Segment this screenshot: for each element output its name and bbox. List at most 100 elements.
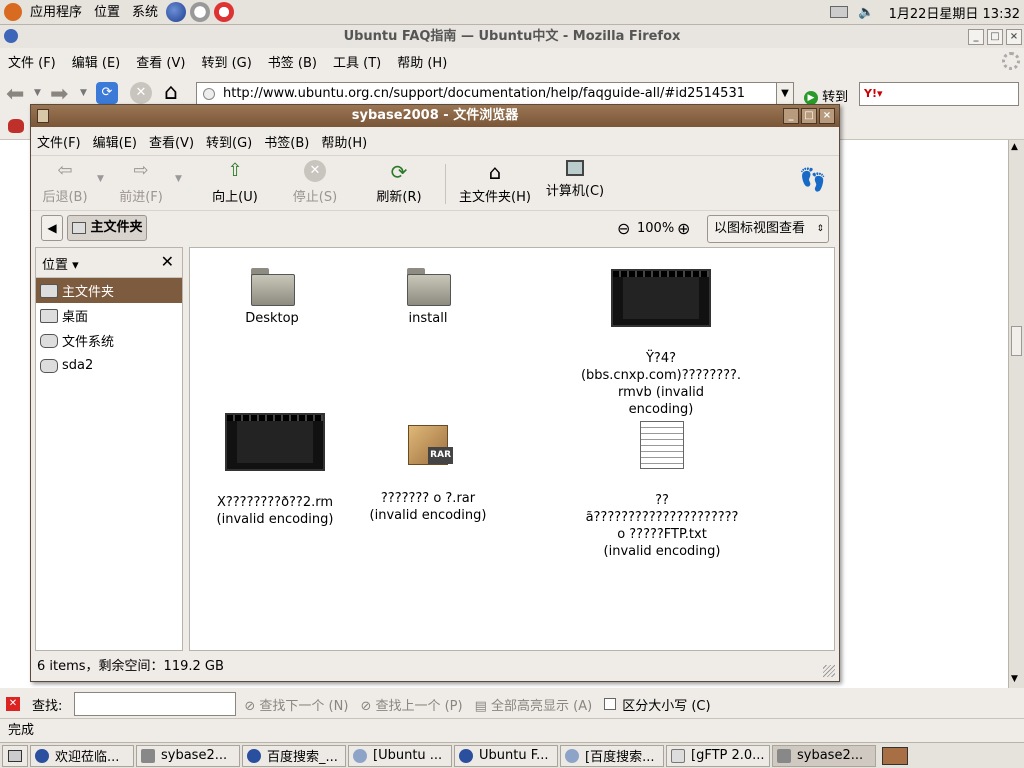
url-dropdown-icon[interactable]: ▼ xyxy=(776,82,794,106)
sidebar-item-sda2[interactable]: sda2 xyxy=(36,353,182,378)
path-left-button[interactable]: ◀ xyxy=(41,215,63,241)
task-item-7[interactable]: [gFTP 2.0... xyxy=(666,744,770,767)
reload-button[interactable]: ⟳ 刷新(R) xyxy=(371,160,427,205)
resize-grip-icon[interactable] xyxy=(823,665,835,677)
scroll-up-icon[interactable]: ▲ xyxy=(1011,142,1018,152)
path-home-button[interactable]: 主文件夹 xyxy=(67,215,147,241)
menu-places[interactable]: 位置 xyxy=(88,0,126,25)
zoom-in-icon[interactable]: ⊕ xyxy=(677,219,690,238)
ff-menu-help[interactable]: 帮助 (H) xyxy=(389,52,455,71)
ff-menu-file[interactable]: 文件 (F) xyxy=(0,52,64,71)
task-item-6[interactable]: [百度搜索... xyxy=(560,744,664,767)
file-browser-toolbar: ⇦ 后退(B) ▼ ⇨ 前进(F) ▼ ⇧ 向上(U) ✕ 停止(S) ⟳ 刷新… xyxy=(31,155,839,211)
menu-view[interactable]: 查看(V) xyxy=(143,132,200,151)
find-next-button[interactable]: ⊘ 查找下一个 (N) xyxy=(244,695,348,714)
ff-stop-icon[interactable]: ✕ xyxy=(130,82,152,104)
file-item-desktop[interactable]: Desktop xyxy=(220,268,324,327)
ff-menu-go[interactable]: 转到 (G) xyxy=(193,52,259,71)
task-item-2[interactable]: sybase2... xyxy=(136,744,240,767)
network-icon[interactable] xyxy=(830,6,849,18)
firefox-close-button[interactable]: × xyxy=(1006,29,1022,45)
home-button[interactable]: ⌂ 主文件夹(H) xyxy=(453,160,537,205)
menu-edit[interactable]: 编辑(E) xyxy=(87,132,143,151)
highlight-all-button[interactable]: ▤ 全部高亮显示 (A) xyxy=(475,695,593,714)
match-case-checkbox[interactable]: 区分大小写 (C) xyxy=(604,695,711,714)
file-item-rar[interactable]: RAR ??????? o ?.rar (invalid encoding) xyxy=(360,408,496,541)
volume-icon[interactable]: 🔈 xyxy=(858,5,874,20)
back-button[interactable]: ⇦ 后退(B) xyxy=(39,160,91,205)
clock[interactable]: 1月22日星期日 13:32 xyxy=(889,3,1020,22)
ff-back-dropdown-icon[interactable]: ▼ xyxy=(34,88,41,98)
menu-bookmarks[interactable]: 书签(B) xyxy=(258,132,315,151)
zoom-level[interactable]: 100% xyxy=(637,221,674,236)
firefox-app-icon xyxy=(4,29,18,43)
menu-go[interactable]: 转到(G) xyxy=(200,132,258,151)
forward-dropdown-icon[interactable]: ▼ xyxy=(175,174,182,184)
firefox-menubar: 文件 (F) 编辑 (E) 查看 (V) 转到 (G) 书签 (B) 工具 (T… xyxy=(0,48,1024,74)
home-label: 主文件夹(H) xyxy=(459,190,531,205)
close-button[interactable]: × xyxy=(819,108,835,124)
file-item-install[interactable]: install xyxy=(376,268,480,327)
workspace-switcher[interactable] xyxy=(882,746,908,765)
view-mode-select[interactable]: 以图标视图查看 ⇕ xyxy=(707,215,829,243)
ubuntu-logo-icon[interactable] xyxy=(4,3,22,21)
file-name: ??????? o ?.rar (invalid encoding) xyxy=(369,491,487,523)
find-prev-button[interactable]: ⊘ 查找上一个 (P) xyxy=(360,695,462,714)
find-input[interactable] xyxy=(74,692,237,716)
firefox-vertical-scrollbar[interactable]: ▲ ▼ xyxy=(1008,140,1024,688)
menu-applications[interactable]: 应用程序 xyxy=(24,0,88,25)
task-item-5[interactable]: Ubuntu F... xyxy=(454,744,558,767)
ff-back-arrow-icon[interactable]: ⬅ xyxy=(6,82,24,107)
sidebar-item-filesystem[interactable]: 文件系统 xyxy=(36,328,182,353)
ff-menu-edit[interactable]: 编辑 (E) xyxy=(64,52,129,71)
up-button[interactable]: ⇧ 向上(U) xyxy=(207,160,263,205)
scroll-down-icon[interactable]: ▼ xyxy=(1011,674,1018,684)
yahoo-search-icon[interactable]: Y!▾ xyxy=(864,87,883,100)
places-sidebar: 位置 ▾ ✕ 主文件夹 桌面 文件系统 sda2 xyxy=(35,247,183,651)
firefox-launcher-icon[interactable] xyxy=(166,2,187,22)
sidebar-item-home[interactable]: 主文件夹 xyxy=(36,278,182,303)
ff-home-icon[interactable]: ⌂ xyxy=(164,80,178,105)
ff-menu-bookmarks[interactable]: 书签 (B) xyxy=(260,52,325,71)
ff-menu-view[interactable]: 查看 (V) xyxy=(128,52,193,71)
ff-go-button[interactable]: ▶ 转到 xyxy=(804,86,848,105)
task-item-3[interactable]: 百度搜索_... xyxy=(242,744,346,767)
menu-file[interactable]: 文件(F) xyxy=(31,132,87,151)
ff-menu-tools[interactable]: 工具 (T) xyxy=(325,52,389,71)
sidebar-item-desktop[interactable]: 桌面 xyxy=(36,303,182,328)
file-item-txt[interactable]: ?? ã????????????????????? o ?????FTP.txt… xyxy=(562,404,762,577)
reload-icon: ⟳ xyxy=(390,160,408,184)
computer-button[interactable]: 计算机(C) xyxy=(543,160,607,199)
file-item-rm[interactable]: X????????ð??2.rm (invalid encoding) xyxy=(200,396,350,545)
firefox-search-box[interactable]: Y!▾ xyxy=(859,82,1019,106)
maximize-button[interactable]: □ xyxy=(801,108,817,124)
sidebar-title-select[interactable]: 位置 ▾ xyxy=(42,254,79,273)
help-launcher-icon[interactable] xyxy=(214,2,235,22)
menu-system[interactable]: 系统 xyxy=(126,0,164,25)
ff-forward-dropdown-icon[interactable]: ▼ xyxy=(80,88,87,98)
forward-button[interactable]: ⇨ 前进(F) xyxy=(115,160,167,205)
stop-button[interactable]: ✕ 停止(S) xyxy=(287,160,343,205)
firefox-maximize-button[interactable]: □ xyxy=(987,29,1003,45)
clock-launcher-icon[interactable] xyxy=(190,2,211,22)
ff-reload-icon[interactable]: ⟳ xyxy=(96,82,118,104)
find-close-icon[interactable]: ✕ xyxy=(6,697,20,711)
task-item-8[interactable]: sybase2... xyxy=(772,744,876,767)
bookmark-favicon-icon[interactable] xyxy=(8,119,24,133)
task-item-1[interactable]: 欢迎莅临... xyxy=(30,744,134,767)
back-dropdown-icon[interactable]: ▼ xyxy=(97,174,104,184)
menu-help[interactable]: 帮助(H) xyxy=(315,132,373,151)
show-desktop-button[interactable] xyxy=(2,744,28,767)
firefox-minimize-button[interactable]: _ xyxy=(968,29,984,45)
task-label: 欢迎莅临... xyxy=(55,750,120,765)
sidebar-close-icon[interactable]: ✕ xyxy=(161,252,174,271)
zoom-out-icon[interactable]: ⊖ xyxy=(617,219,630,238)
video-thumbnail-icon xyxy=(225,413,325,471)
file-browser-titlebar[interactable]: sybase2008 - 文件浏览器 _ □ × xyxy=(31,105,839,127)
minimize-button[interactable]: _ xyxy=(783,108,799,124)
window-menu-icon[interactable] xyxy=(37,109,49,123)
scroll-thumb[interactable] xyxy=(1011,326,1022,356)
checkbox-box[interactable] xyxy=(604,698,617,710)
firefox-url-bar[interactable]: http://www.ubuntu.org.cn/support/documen… xyxy=(196,82,794,106)
task-item-4[interactable]: [Ubuntu ... xyxy=(348,744,452,767)
